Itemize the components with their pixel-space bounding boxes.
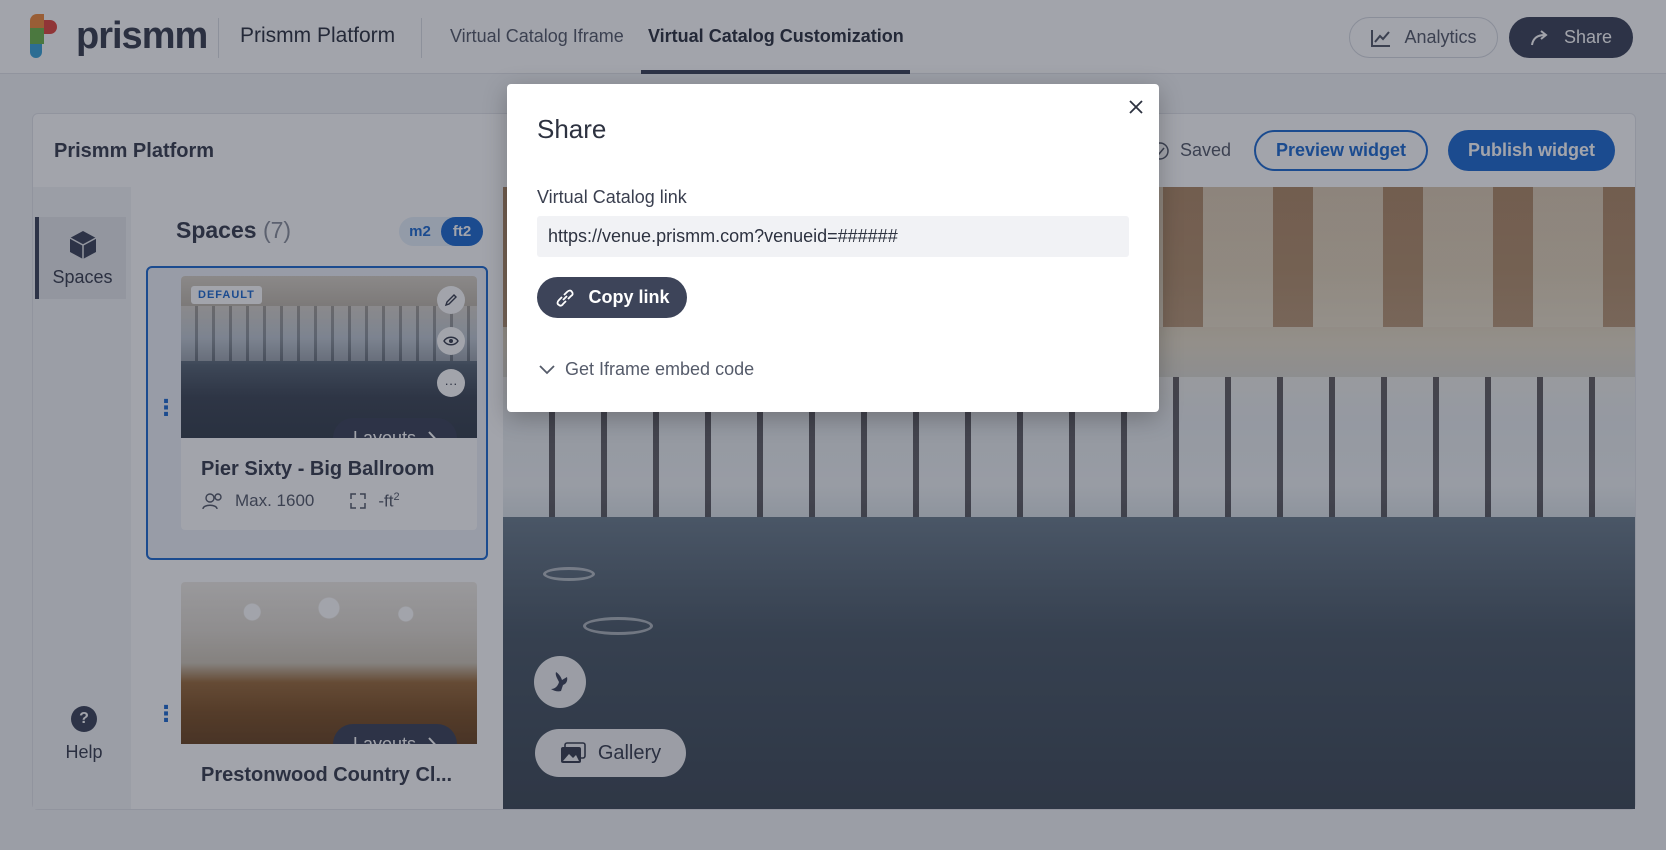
- copy-link-button[interactable]: Copy link: [537, 277, 687, 318]
- link-label: Virtual Catalog link: [537, 187, 687, 207]
- close-button[interactable]: [1125, 96, 1147, 118]
- copy-link-label: Copy link: [588, 287, 670, 307]
- modal-title: Share: [537, 114, 607, 144]
- close-icon: [1129, 100, 1143, 114]
- embed-code-label: Get Iframe embed code: [565, 359, 755, 379]
- link-icon: [557, 289, 575, 307]
- chevron-down-icon: [539, 364, 555, 374]
- embed-code-toggle[interactable]: Get Iframe embed code: [539, 359, 754, 380]
- catalog-link-field[interactable]: [537, 216, 1129, 257]
